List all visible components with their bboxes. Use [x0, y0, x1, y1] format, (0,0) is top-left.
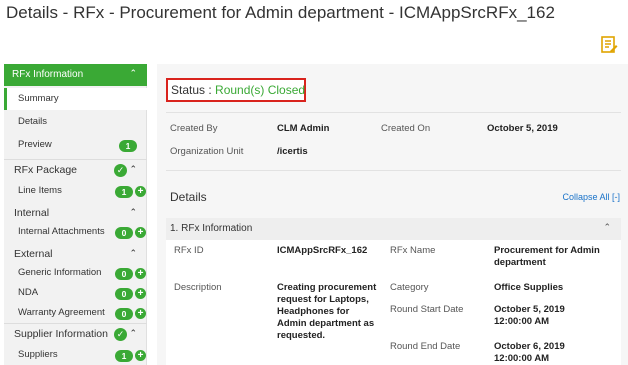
category-label: Category [390, 282, 429, 293]
sidebar-item-label: Preview [18, 139, 52, 150]
created-on-value: October 5, 2019 [487, 123, 558, 134]
document-edit-icon[interactable] [600, 36, 618, 54]
sidebar-item-label: NDA [18, 287, 39, 298]
created-by-label: Created By [170, 123, 218, 134]
add-icon[interactable]: + [135, 288, 146, 299]
sidebar-section-supplier-information[interactable]: Supplier Information ✓ ⌃ [4, 323, 147, 343]
sidebar-item-generic-information[interactable]: Generic Information 0 + [4, 262, 147, 284]
org-unit-value: /icertis [277, 146, 308, 157]
sidebar-group-internal[interactable]: Internal ⌃ [4, 203, 147, 223]
main-content: Status : Round(s) Closed Created By CLM … [157, 64, 628, 365]
rfx-id-label: RFx ID [174, 245, 204, 256]
sidebar-item-suppliers[interactable]: Suppliers 1 + [4, 344, 147, 365]
page-title: Details - RFx - Procurement for Admin de… [6, 3, 555, 22]
divider [166, 112, 621, 113]
chevron-up-icon[interactable]: ⌃ [129, 207, 137, 218]
sidebar-section-rfx-package[interactable]: RFx Package ✓ ⌃ [4, 159, 147, 179]
count-badge: 0 [115, 308, 133, 320]
sidebar-item-label: Warranty Agreement [18, 307, 105, 318]
rfx-name-label: RFx Name [390, 245, 436, 256]
round-end-date-label: Round End Date [390, 341, 461, 352]
sidebar-section-label: RFx Information [12, 69, 84, 80]
collapse-all-link[interactable]: Collapse All [-] [562, 192, 620, 202]
sidebar-item-details[interactable]: Details [4, 111, 147, 133]
chevron-up-icon[interactable]: ⌃ [603, 222, 611, 233]
chevron-up-icon[interactable]: ⌃ [129, 68, 137, 79]
add-icon[interactable]: + [135, 227, 146, 238]
add-icon[interactable]: + [135, 350, 146, 361]
chevron-up-icon[interactable]: ⌃ [129, 248, 137, 259]
rfx-information-panel-header[interactable]: 1. RFx Information ⌃ [166, 218, 621, 240]
chevron-up-icon[interactable]: ⌃ [129, 164, 137, 175]
check-icon: ✓ [114, 164, 127, 177]
description-value: Creating procurement request for Laptops… [277, 282, 377, 341]
description-label: Description [174, 282, 222, 293]
sidebar-item-internal-attachments[interactable]: Internal Attachments 0 + [4, 221, 147, 243]
sidebar-item-label: Summary [18, 93, 59, 104]
sidebar-item-label: Details [18, 116, 48, 127]
add-icon[interactable]: + [135, 186, 146, 197]
sidebar-item-label: Suppliers [18, 349, 58, 360]
org-unit-label: Organization Unit [170, 146, 244, 157]
count-badge: 1 [115, 186, 133, 198]
add-icon[interactable]: + [135, 268, 146, 279]
sidebar-item-label: Generic Information [18, 267, 102, 278]
sidebar-section-rfx-information[interactable]: RFx Information ⌃ [4, 64, 147, 86]
status-box: Status : Round(s) Closed [166, 78, 306, 102]
sidebar-item-nda[interactable]: NDA 0 + [4, 282, 147, 304]
sidebar-item-label: Internal Attachments [18, 226, 105, 237]
status-label: Status : [171, 83, 212, 97]
status-value: Round(s) Closed [215, 83, 306, 97]
sidebar-group-label: Internal [14, 207, 50, 219]
created-on-label: Created On [381, 123, 431, 134]
sidebar-section-label: Supplier Information [14, 328, 108, 340]
round-start-date-label: Round Start Date [390, 304, 464, 315]
sidebar-group-label: External [14, 248, 53, 260]
sidebar-group-external[interactable]: External ⌃ [4, 244, 147, 264]
sidebar: RFx Information ⌃ Summary Details Previe… [4, 64, 147, 365]
details-section-title: Details [170, 190, 207, 204]
divider [166, 170, 621, 171]
chevron-up-icon[interactable]: ⌃ [129, 328, 137, 339]
sidebar-item-label: Line Items [18, 185, 62, 196]
rfx-information-panel: RFx ID ICMAppSrcRFx_162 RFx Name Procure… [166, 240, 621, 365]
add-icon[interactable]: + [135, 308, 146, 319]
check-icon: ✓ [114, 328, 127, 341]
sidebar-item-preview[interactable]: Preview 1 [4, 134, 147, 156]
count-badge: 0 [115, 268, 133, 280]
sidebar-item-line-items[interactable]: Line Items 1 + [4, 180, 147, 202]
count-badge: 0 [115, 227, 133, 239]
count-badge: 1 [119, 140, 137, 152]
round-start-date-value: October 5, 2019 12:00:00 AM [494, 304, 565, 327]
panel-title: 1. RFx Information [170, 223, 253, 234]
sidebar-section-label: RFx Package [14, 164, 78, 176]
sidebar-item-summary[interactable]: Summary [4, 88, 147, 110]
round-end-date-value: October 6, 2019 12:00:00 AM [494, 341, 565, 364]
count-badge: 1 [115, 350, 133, 362]
category-value: Office Supplies [494, 282, 564, 293]
rfx-name-value: Procurement for Admin department [494, 245, 600, 268]
created-by-value: CLM Admin [277, 123, 330, 134]
rfx-id-value: ICMAppSrcRFx_162 [277, 245, 368, 256]
count-badge: 0 [115, 288, 133, 300]
sidebar-item-warranty-agreement[interactable]: Warranty Agreement 0 + [4, 302, 147, 324]
